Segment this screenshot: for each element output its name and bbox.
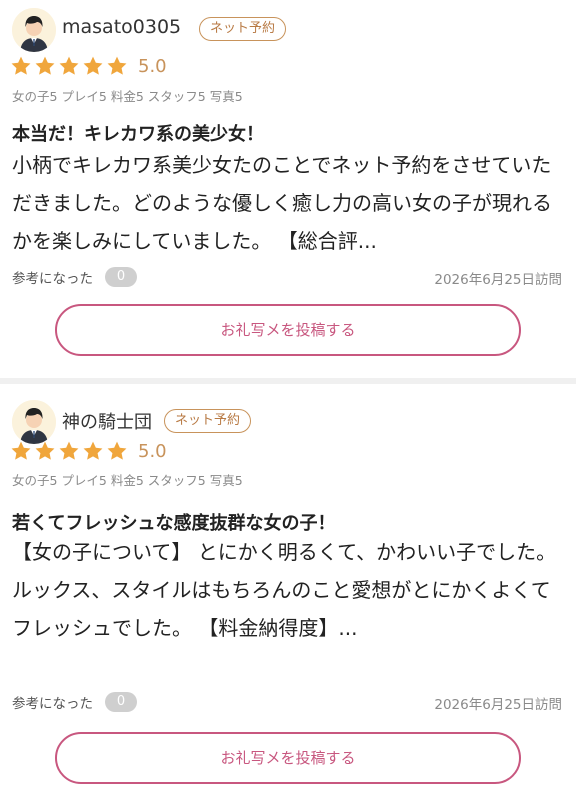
review-title: 本当だ！キレカワ系の美少女！ [12,124,264,145]
helpful-count-button[interactable]: 0 [105,267,137,287]
review-card: 神の騎士団 ネット予約 5.0 女の子5 プレイ5 料金5 スタッフ5 写真5 … [0,384,576,806]
review-card: masato0305 ネット予約 5.0 女の子5 プレイ5 料金5 スタッフ5… [0,0,576,378]
sub-scores: 女の子5 プレイ5 料金5 スタッフ5 写真5 [12,89,243,104]
user-avatar-icon[interactable] [12,8,56,52]
sub-scores: 女の子5 プレイ5 料金5 スタッフ5 写真5 [12,473,243,488]
star-icon [34,55,56,77]
rating-stars: 5.0 [10,440,167,462]
net-reservation-badge: ネット予約 [199,17,287,41]
star-icon [10,55,32,77]
review-body[interactable]: 小柄でキレカワ系美少女たのことでネット予約をさせていただきました。どのような優し… [12,146,564,260]
star-icon [34,440,56,462]
star-icon [106,440,128,462]
post-thanks-photo-button[interactable]: お礼写メを投稿する [55,732,521,784]
helpful-label: 参考になった [12,696,93,712]
post-thanks-photo-button[interactable]: お礼写メを投稿する [55,304,521,356]
star-icon [82,55,104,77]
helpful-control[interactable]: 参考になった 0 [12,267,137,287]
helpful-label: 参考になった [12,271,93,287]
star-icon [58,55,80,77]
star-icon [82,440,104,462]
visit-date: 2026年6月25日訪問 [434,272,562,288]
star-icon [10,440,32,462]
review-body[interactable]: 【女の子について】 とにかく明るくて、かわいい子でした。 ルックス、スタイルはも… [12,533,564,685]
star-icon [106,55,128,77]
user-avatar-icon[interactable] [12,400,56,444]
username[interactable]: masato0305 [62,16,181,38]
rating-stars: 5.0 [10,55,167,77]
review-title: 若くてフレッシュな感度抜群な女の子！ [12,513,336,534]
star-icon [58,440,80,462]
username[interactable]: 神の騎士団 [62,408,152,434]
helpful-control[interactable]: 参考になった 0 [12,692,137,712]
helpful-count-button[interactable]: 0 [105,692,137,712]
rating-score: 5.0 [138,440,167,462]
rating-score: 5.0 [138,55,167,77]
visit-date: 2026年6月25日訪問 [434,697,562,713]
net-reservation-badge: ネット予約 [164,409,252,433]
